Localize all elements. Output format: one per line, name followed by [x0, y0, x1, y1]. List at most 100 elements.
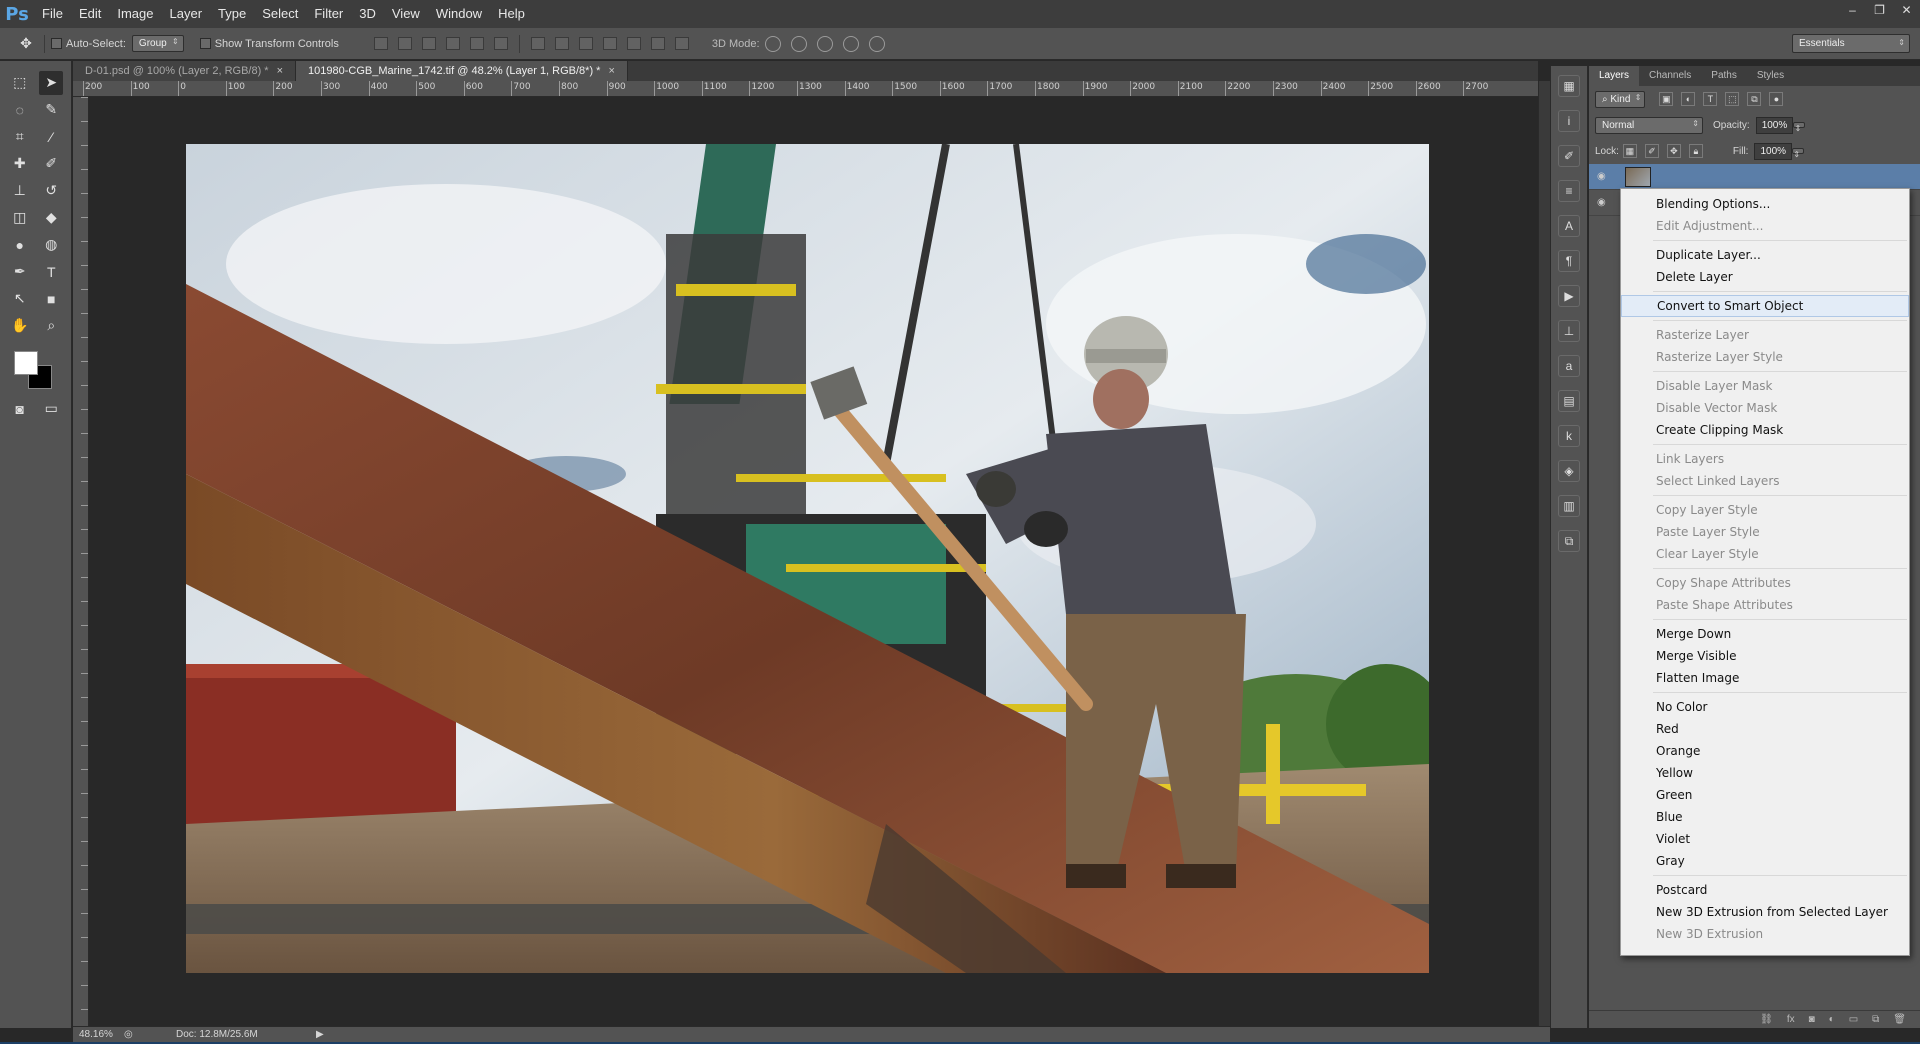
new-group-icon[interactable]: ▭ — [1849, 1014, 1858, 1025]
context-item-blending-options[interactable]: Blending Options... — [1621, 193, 1909, 215]
lock-position-icon[interactable]: ✥ — [1666, 144, 1681, 158]
menu-file[interactable]: File — [34, 0, 71, 28]
opacity-arrow-icon[interactable] — [1793, 122, 1806, 133]
tab-d01-psd[interactable]: D-01.psd @ 100% (Layer 2, RGB/8) * × — [73, 61, 297, 81]
character-icon[interactable]: A — [1558, 215, 1580, 237]
distribute-left-icon[interactable] — [602, 37, 617, 50]
lock-image-icon[interactable]: ✐ — [1644, 144, 1659, 158]
blend-mode-dropdown[interactable]: Normal — [1595, 116, 1703, 134]
context-item-green[interactable]: Green — [1621, 784, 1909, 806]
rotate-3d-icon[interactable] — [764, 35, 781, 52]
layer-style-icon[interactable]: fx — [1787, 1014, 1795, 1025]
auto-select-dropdown[interactable]: Group — [131, 35, 184, 52]
minimize-button[interactable]: – — [1839, 0, 1866, 20]
status-menu-arrow-icon[interactable]: ▶ — [316, 1029, 324, 1040]
context-item-flatten-image[interactable]: Flatten Image — [1621, 667, 1909, 689]
close-icon[interactable]: × — [608, 65, 614, 77]
zoom-level[interactable]: 48.16% — [79, 1029, 124, 1040]
context-item-blue[interactable]: Blue — [1621, 806, 1909, 828]
opacity-input[interactable]: 100% — [1755, 116, 1794, 134]
layer-comps-icon[interactable]: ⧉ — [1558, 530, 1580, 552]
new-adjustment-icon[interactable]: ◐ — [1829, 1014, 1835, 1025]
brush-presets-icon[interactable]: ✐ — [1558, 145, 1580, 167]
3d-panel-icon[interactable]: ◈ — [1558, 460, 1580, 482]
context-item-yellow[interactable]: Yellow — [1621, 762, 1909, 784]
restore-button[interactable]: ❐ — [1866, 0, 1893, 20]
menu-view[interactable]: View — [384, 0, 428, 28]
status-info-icon[interactable]: ◎ — [124, 1029, 146, 1040]
workspace-dropdown[interactable]: Essentials — [1792, 34, 1910, 53]
document-image[interactable] — [186, 144, 1429, 973]
hand-tool-icon[interactable]: ✋ — [8, 314, 32, 338]
menu-window[interactable]: Window — [428, 0, 490, 28]
slide-3d-icon[interactable] — [842, 35, 859, 52]
auto-align-icon[interactable] — [674, 37, 689, 50]
align-right-icon[interactable] — [493, 37, 508, 50]
menu-edit[interactable]: Edit — [71, 0, 109, 28]
actions-icon[interactable]: ▶ — [1558, 285, 1580, 307]
context-item-new-3d-extrusion-from-selected-layer[interactable]: New 3D Extrusion from Selected Layer — [1621, 901, 1909, 923]
scale-3d-icon[interactable] — [868, 35, 885, 52]
blur-tool-icon[interactable]: ● — [8, 233, 32, 257]
lock-all-icon[interactable]: 🔒︎ — [1688, 144, 1703, 158]
zoom-tool-icon[interactable]: ⌕ — [39, 314, 63, 338]
eyedropper-tool-icon[interactable]: ⁄ — [39, 125, 63, 149]
align-bottom-icon[interactable] — [421, 37, 436, 50]
drag-3d-icon[interactable] — [816, 35, 833, 52]
auto-select-checkbox[interactable] — [51, 38, 62, 49]
vertical-ruler[interactable] — [73, 97, 89, 1026]
quick-select-tool-icon[interactable]: ✎ — [39, 98, 63, 122]
paint-bucket-tool-icon[interactable]: ◆ — [39, 206, 63, 230]
pen-tool-icon[interactable]: ✒ — [8, 260, 32, 284]
timeline-icon[interactable]: ▥ — [1558, 495, 1580, 517]
paragraph-icon[interactable]: ¶ — [1558, 250, 1580, 272]
lasso-tool-icon[interactable]: ◌ — [8, 98, 32, 122]
dodge-tool-icon[interactable]: ◍ — [39, 233, 63, 257]
align-top-icon[interactable] — [373, 37, 388, 50]
menu-help[interactable]: Help — [490, 0, 533, 28]
trash-icon[interactable]: 🗑︎ — [1893, 1014, 1906, 1025]
character-styles-icon[interactable]: a — [1558, 355, 1580, 377]
adjustment-filter-icon[interactable]: ◐ — [1681, 92, 1696, 106]
align-left-icon[interactable] — [445, 37, 460, 50]
rectangle-tool-icon[interactable]: ■ — [39, 287, 63, 311]
adjustments-icon[interactable]: ≡ — [1558, 180, 1580, 202]
context-item-duplicate-layer[interactable]: Duplicate Layer... — [1621, 244, 1909, 266]
crop-tool-icon[interactable]: ⌗ — [8, 125, 32, 149]
move-tool-preset-icon[interactable]: ✥ — [14, 32, 38, 56]
tab-paths[interactable]: Paths — [1701, 66, 1747, 86]
layer-row[interactable]: ◉ — [1589, 164, 1920, 190]
context-item-merge-down[interactable]: Merge Down — [1621, 623, 1909, 645]
context-item-gray[interactable]: Gray — [1621, 850, 1909, 872]
fill-arrow-icon[interactable] — [1792, 148, 1805, 159]
distribute-top-icon[interactable] — [530, 37, 545, 50]
histogram-icon[interactable]: ▦ — [1558, 75, 1580, 97]
notes-icon[interactable]: ▤ — [1558, 390, 1580, 412]
context-item-create-clipping-mask[interactable]: Create Clipping Mask — [1621, 419, 1909, 441]
align-vcenter-icon[interactable] — [397, 37, 412, 50]
context-item-merge-visible[interactable]: Merge Visible — [1621, 645, 1909, 667]
visibility-eye-icon[interactable]: ◉ — [1597, 171, 1611, 182]
tab-layers[interactable]: Layers — [1589, 66, 1640, 86]
context-item-convert-to-smart-object[interactable]: Convert to Smart Object — [1621, 295, 1909, 317]
eraser-tool-icon[interactable]: ◫ — [8, 206, 32, 230]
roll-3d-icon[interactable] — [790, 35, 807, 52]
fill-input[interactable]: 100% — [1754, 142, 1793, 160]
info-icon[interactable]: i — [1558, 110, 1580, 132]
new-layer-icon[interactable]: ⧉ — [1872, 1014, 1879, 1025]
canvas-vertical-scrollbar[interactable] — [1538, 81, 1550, 1026]
lock-transparent-icon[interactable]: ▦ — [1622, 144, 1637, 158]
distribute-hcenter-icon[interactable] — [626, 37, 641, 50]
kind-filter-dropdown[interactable]: ⌕ Kind — [1595, 90, 1646, 108]
canvas-area[interactable] — [90, 97, 1538, 1026]
clone-stamp-tool-icon[interactable]: ⊥ — [8, 179, 32, 203]
link-layers-icon[interactable]: ⛓ — [1760, 1014, 1773, 1025]
move-tool-icon[interactable]: ➤ — [39, 70, 64, 95]
brush-tool-icon[interactable]: ✐ — [39, 152, 63, 176]
type-filter-icon[interactable]: T — [1703, 92, 1718, 106]
tab-styles[interactable]: Styles — [1747, 66, 1794, 86]
visibility-eye-icon[interactable]: ◉ — [1597, 197, 1611, 208]
context-item-postcard[interactable]: Postcard — [1621, 879, 1909, 901]
marquee-tool-icon[interactable]: ⬚ — [8, 71, 32, 95]
shape-filter-icon[interactable]: ⬚ — [1725, 92, 1740, 106]
